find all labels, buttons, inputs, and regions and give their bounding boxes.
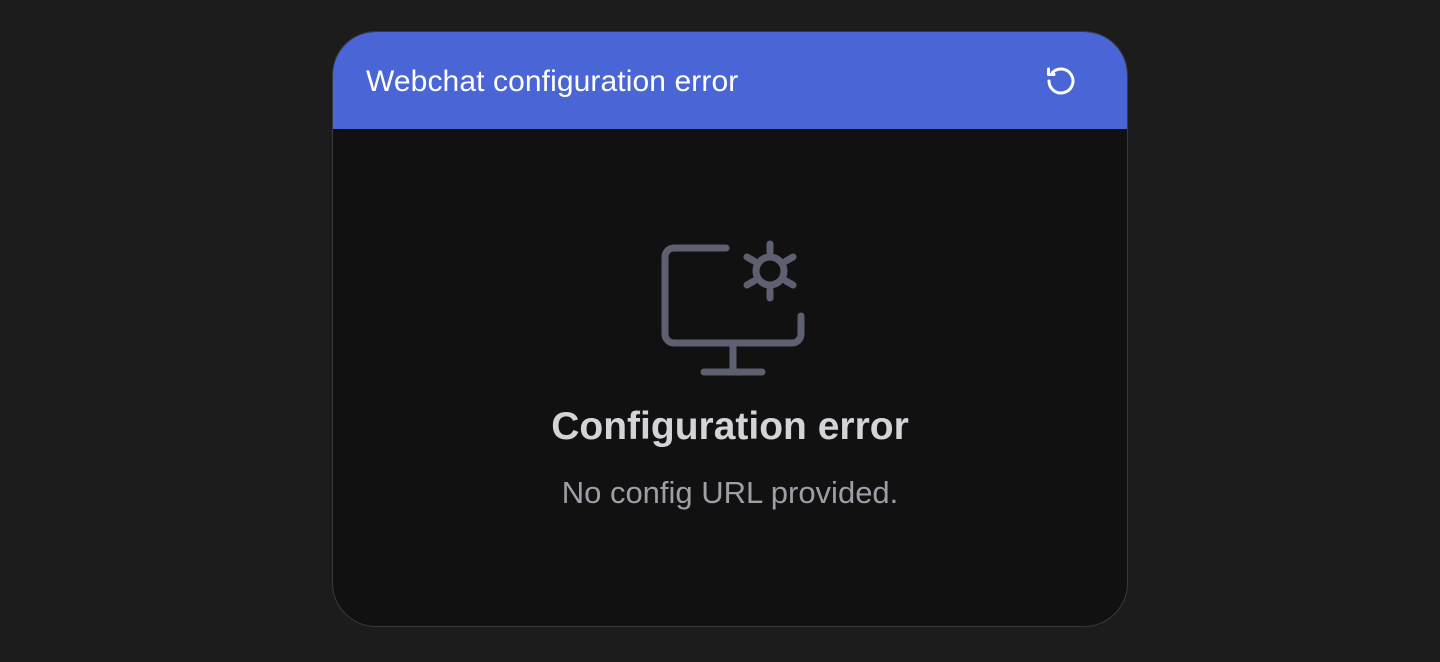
refresh-icon	[1047, 67, 1075, 95]
monitor-settings-icon	[661, 240, 805, 376]
error-panel: Configuration error No config URL provid…	[333, 129, 1127, 626]
widget-header: Webchat configuration error	[333, 32, 1127, 129]
webchat-widget: Webchat configuration error Configuratio…	[332, 31, 1128, 627]
error-title: Configuration error	[551, 405, 909, 448]
error-message: No config URL provided.	[561, 475, 899, 510]
reload-button[interactable]	[1043, 63, 1079, 99]
header-title: Webchat configuration error	[366, 64, 739, 98]
